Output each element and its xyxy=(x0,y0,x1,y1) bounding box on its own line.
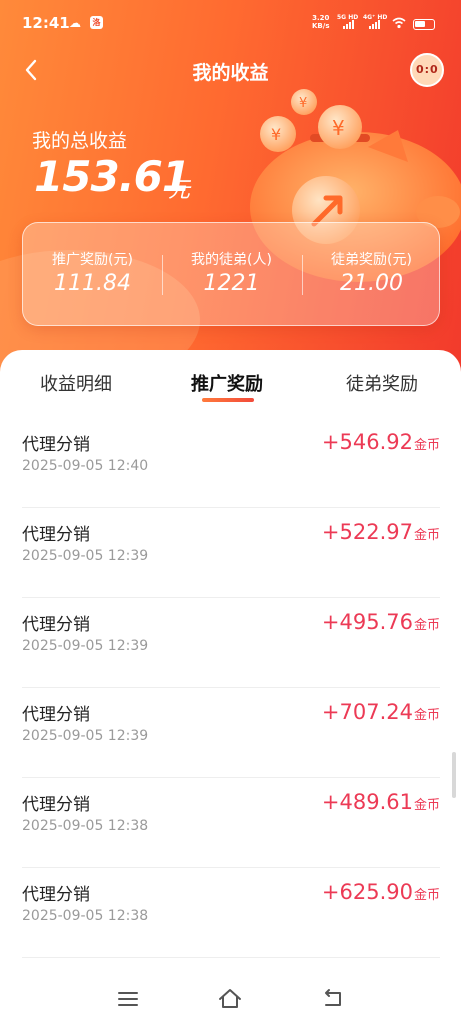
scrollbar[interactable] xyxy=(452,752,456,798)
svg-text:¥: ¥ xyxy=(299,96,307,111)
record-amount-unit: 金币 xyxy=(413,708,440,723)
record-amount-value: +625.90 xyxy=(321,880,413,904)
record-amount-unit: 金币 xyxy=(413,528,440,543)
network-speed-value: 3.20 xyxy=(312,14,330,22)
signal-5g-icon xyxy=(343,20,354,29)
record-amount-unit: 金币 xyxy=(413,618,440,633)
record-time: 2025-09-05 12:39 xyxy=(22,638,149,654)
list-item[interactable]: 代理分销 2025-09-05 12:40 +546.92金币 xyxy=(22,418,440,508)
record-time: 2025-09-05 12:39 xyxy=(22,548,149,564)
list-item[interactable]: 代理分销 2025-09-05 12:38 +489.61金币 xyxy=(22,778,440,868)
record-amount-unit: 金币 xyxy=(413,888,440,903)
stat-label: 我的徒弟(人) xyxy=(191,252,272,268)
record-title: 代理分销 xyxy=(22,435,90,455)
stat-value: 111.84 xyxy=(54,271,131,296)
stat-value: 1221 xyxy=(203,271,260,296)
network-speed: 3.20 KB/s xyxy=(312,14,329,30)
record-title: 代理分销 xyxy=(22,795,90,815)
record-amount-unit: 金币 xyxy=(413,798,440,813)
signal-4g-icon xyxy=(369,20,380,29)
status-bar: 12:41 ☁ 洛 3.20 KB/s 5G HD 4G⁺ HD xyxy=(0,0,461,44)
svg-text:¥: ¥ xyxy=(332,116,345,140)
tab-promotion-reward[interactable]: 推广奖励 xyxy=(191,370,263,396)
record-title: 代理分销 xyxy=(22,615,90,635)
total-earnings-label: 我的总收益 xyxy=(32,130,128,152)
record-amount: +707.24金币 xyxy=(322,700,440,724)
record-title: 代理分销 xyxy=(22,525,90,545)
stat-label: 推广奖励(元) xyxy=(52,252,133,268)
record-amount-unit: 金币 xyxy=(413,438,440,453)
home-icon[interactable] xyxy=(215,984,245,1014)
record-amount: +625.90金币 xyxy=(322,880,440,904)
system-nav-bar xyxy=(0,972,461,1024)
total-earnings-value: 153.61 xyxy=(34,152,191,201)
tab-apprentice-reward[interactable]: 徒弟奖励 xyxy=(346,370,418,396)
record-amount-value: +489.61 xyxy=(321,790,413,814)
battery-icon xyxy=(413,19,435,30)
record-amount-value: +522.97 xyxy=(321,520,413,544)
status-time: 12:41 xyxy=(22,14,70,32)
tab-active-indicator xyxy=(202,398,254,402)
list-item[interactable]: 代理分销 2025-09-05 12:38 +625.90金币 xyxy=(22,868,440,958)
record-time: 2025-09-05 12:38 xyxy=(22,908,149,924)
record-time: 2025-09-05 12:40 xyxy=(22,458,149,474)
stat-value: 21.00 xyxy=(340,271,403,296)
record-amount: +495.76金币 xyxy=(322,610,440,634)
record-amount-value: +495.76 xyxy=(321,610,413,634)
stat-promotion-reward[interactable]: 推广奖励(元) 111.84 xyxy=(23,249,162,296)
stat-apprentices[interactable]: 我的徒弟(人) 1221 xyxy=(162,249,301,296)
tab-earnings-detail[interactable]: 收益明细 xyxy=(40,370,112,396)
network-speed-unit: KB/s xyxy=(312,22,330,30)
svg-text:¥: ¥ xyxy=(271,125,281,144)
page-title: 我的收益 xyxy=(192,62,269,84)
back-arrow-icon[interactable] xyxy=(318,984,348,1014)
record-amount: +489.61金币 xyxy=(322,790,440,814)
stat-apprentice-reward[interactable]: 徒弟奖励(元) 21.00 xyxy=(302,249,441,296)
record-title: 代理分销 xyxy=(22,885,90,905)
record-amount: +546.92金币 xyxy=(322,430,440,454)
record-time: 2025-09-05 12:39 xyxy=(22,728,149,744)
cloud-icon: ☁ xyxy=(69,16,81,30)
stat-label: 徒弟奖励(元) xyxy=(331,252,412,268)
record-amount: +522.97金币 xyxy=(322,520,440,544)
list-item[interactable]: 代理分销 2025-09-05 12:39 +495.76金币 xyxy=(22,598,440,688)
menu-icon[interactable] xyxy=(113,984,143,1014)
list-item[interactable]: 代理分销 2025-09-05 12:39 +707.24金币 xyxy=(22,688,440,778)
record-amount-value: +546.92 xyxy=(321,430,413,454)
total-earnings-unit: 元 xyxy=(168,178,191,203)
wifi-icon xyxy=(392,17,406,29)
stats-card: 推广奖励(元) 111.84 我的徒弟(人) 1221 徒弟奖励(元) 21.0… xyxy=(22,222,440,326)
record-amount-value: +707.24 xyxy=(321,700,413,724)
list-item[interactable]: 代理分销 2025-09-05 12:39 +522.97金币 xyxy=(22,508,440,598)
record-title: 代理分销 xyxy=(22,705,90,725)
avatar-text: 0:0 xyxy=(416,63,439,76)
app-notification-icon: 洛 xyxy=(90,16,103,29)
record-time: 2025-09-05 12:38 xyxy=(22,818,149,834)
